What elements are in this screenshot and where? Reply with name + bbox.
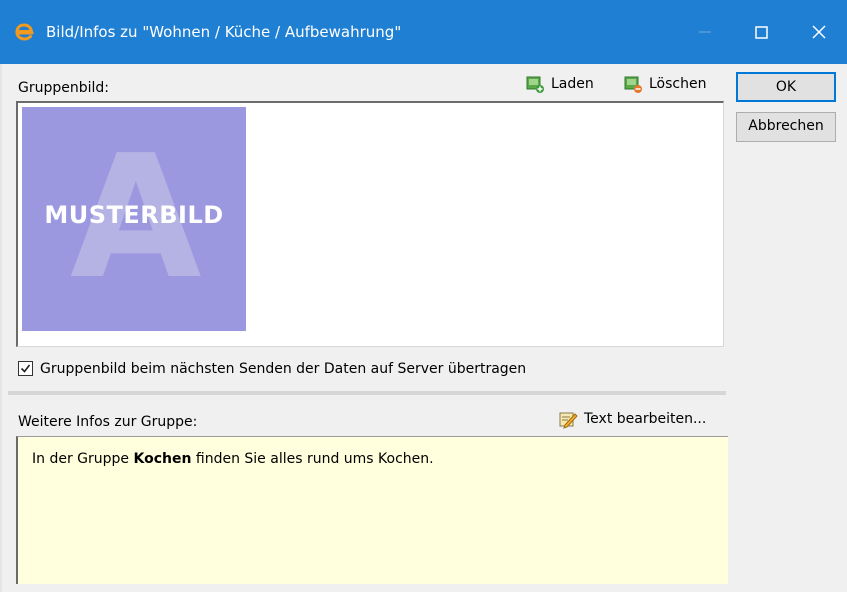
window-border — [0, 64, 2, 592]
minimize-button[interactable] — [682, 14, 728, 50]
group-image-panel: A MUSTERBILD — [16, 101, 724, 347]
window-title: Bild/Infos zu "Wohnen / Küche / Aufbewah… — [46, 23, 402, 41]
upload-checkbox[interactable] — [18, 361, 33, 376]
load-image-button[interactable]: Laden — [525, 74, 594, 94]
placeholder-caption: MUSTERBILD — [44, 201, 224, 229]
upload-checkbox-label[interactable]: Gruppenbild beim nächsten Senden der Dat… — [40, 359, 526, 379]
group-info-text-panel[interactable]: In der Gruppe Kochen finden Sie alles ru… — [16, 436, 728, 584]
minimize-icon — [699, 31, 711, 33]
edit-text-button[interactable]: Text bearbeiten... — [558, 409, 706, 429]
edit-text-label: Text bearbeiten... — [584, 411, 707, 427]
cancel-button[interactable]: Abbrechen — [736, 112, 836, 142]
image-add-icon — [526, 76, 544, 93]
group-info-text: In der Gruppe Kochen finden Sie alles ru… — [32, 449, 434, 469]
checkmark-icon — [20, 364, 31, 373]
delete-image-button[interactable]: Löschen — [623, 74, 706, 94]
load-label: Laden — [551, 76, 594, 92]
app-icon — [15, 23, 34, 41]
info-text-bold: Kochen — [133, 451, 192, 467]
close-icon — [812, 25, 826, 39]
edit-pencil-icon — [559, 412, 578, 429]
delete-label: Löschen — [649, 76, 707, 92]
info-text-part: finden Sie alles rund ums Kochen. — [191, 451, 434, 467]
maximize-icon — [754, 25, 768, 39]
section-divider — [8, 391, 726, 395]
group-info-label: Weitere Infos zur Gruppe: — [18, 414, 198, 430]
group-image-label: Gruppenbild: — [18, 80, 110, 96]
title-bar: Bild/Infos zu "Wohnen / Küche / Aufbewah… — [0, 0, 847, 64]
ok-button[interactable]: OK — [736, 72, 836, 102]
maximize-button[interactable] — [738, 14, 784, 50]
close-button[interactable] — [796, 14, 842, 50]
placeholder-image: A MUSTERBILD — [22, 107, 246, 331]
image-delete-icon — [624, 76, 642, 93]
info-text-part: In der Gruppe — [32, 451, 134, 467]
